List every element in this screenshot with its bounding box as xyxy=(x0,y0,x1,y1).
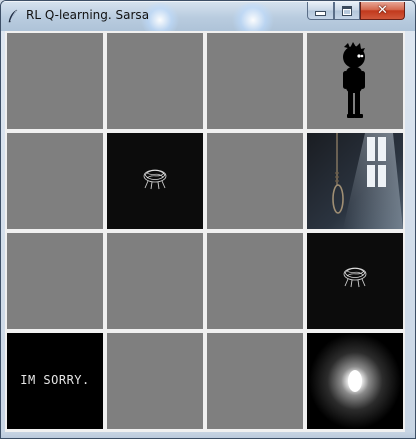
minimize-button[interactable] xyxy=(307,2,334,20)
light-goal-icon xyxy=(307,333,403,429)
noose-trap-icon xyxy=(307,133,403,229)
grid-cell xyxy=(207,333,303,429)
grid-cell-sorry: IM SORRY. xyxy=(7,333,103,429)
grid-cell xyxy=(7,33,103,129)
grid-cell-trap xyxy=(107,133,203,229)
title-bar[interactable]: RL Q-learning. Sarsa ✕ xyxy=(1,1,415,37)
close-icon: ✕ xyxy=(377,3,388,18)
grid-cell xyxy=(207,33,303,129)
sorry-text: IM SORRY. xyxy=(20,373,90,387)
grid-cell xyxy=(207,133,303,229)
grid-cell xyxy=(7,233,103,329)
grid-cell-trap xyxy=(307,233,403,329)
grid-cell-trap xyxy=(307,133,403,229)
window-bottom-frame xyxy=(1,432,415,438)
boy-agent-icon xyxy=(343,42,365,118)
grid-cell xyxy=(107,33,203,129)
grid-canvas: IM SORRY. xyxy=(5,31,405,432)
minimize-icon xyxy=(315,11,326,16)
grid-cell xyxy=(107,233,203,329)
app-window: RL Q-learning. Sarsa ✕ IM SORRY. xyxy=(0,0,416,439)
grid-cell xyxy=(207,233,303,329)
maximize-button[interactable] xyxy=(334,2,360,20)
grid-cell xyxy=(107,333,203,429)
grid-cell-goal xyxy=(307,333,403,429)
grid-cell-agent xyxy=(307,33,403,129)
spider-trap-icon xyxy=(107,133,203,229)
maximize-icon xyxy=(342,5,352,16)
window-title: RL Q-learning. Sarsa xyxy=(26,8,150,22)
grid-cell xyxy=(7,133,103,229)
close-button[interactable]: ✕ xyxy=(360,2,405,20)
feather-icon xyxy=(8,9,18,23)
spider-trap-icon xyxy=(307,233,403,329)
